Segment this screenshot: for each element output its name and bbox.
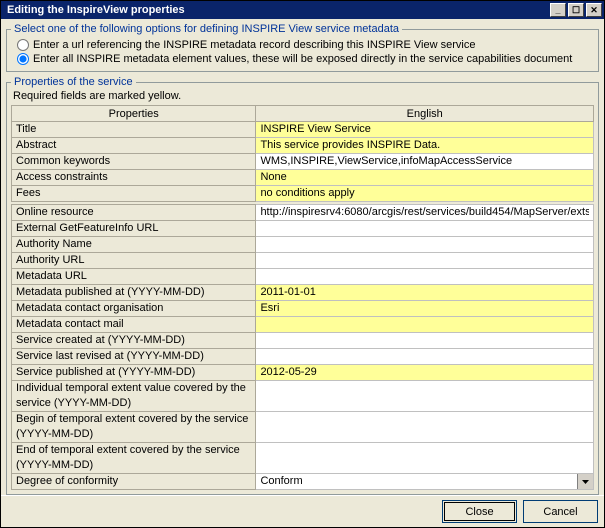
window-title: Editing the InspireView properties — [3, 4, 548, 16]
conformity-combo[interactable]: Conform — [256, 474, 594, 490]
conformity-row: Degree of conformity Conform — [12, 474, 594, 490]
option-url-label: Enter a url referencing the INSPIRE meta… — [33, 39, 475, 51]
property-value[interactable] — [256, 349, 594, 365]
property-label: Metadata URL — [12, 269, 256, 285]
property-label: Metadata contact mail — [12, 317, 256, 333]
table-row: Service last revised at (YYYY-MM-DD) — [12, 349, 594, 365]
required-hint: Required fields are marked yellow. — [13, 90, 594, 102]
property-value[interactable]: no conditions apply — [256, 186, 594, 202]
table-row: Common keywordsWMS,INSPIRE,ViewService,i… — [12, 154, 594, 170]
property-value[interactable] — [256, 253, 594, 269]
dialog-window: Editing the InspireView properties _ ☐ ✕… — [0, 0, 605, 528]
service-properties-group: Properties of the service Required field… — [6, 76, 599, 495]
minimize-button[interactable]: _ — [550, 3, 566, 17]
option-url-row[interactable]: Enter a url referencing the INSPIRE meta… — [17, 39, 594, 51]
table-row: Individual temporal extent value covered… — [12, 381, 594, 412]
chevron-down-icon[interactable] — [577, 474, 593, 489]
options-group: Select one of the following options for … — [6, 23, 599, 72]
property-label: Service published at (YYYY-MM-DD) — [12, 365, 256, 381]
options-legend: Select one of the following options for … — [11, 23, 402, 35]
property-value[interactable]: 2011-01-01 — [256, 285, 594, 301]
table-row: Metadata URL — [12, 269, 594, 285]
option-values-radio[interactable] — [17, 53, 29, 65]
table-row: AbstractThis service provides INSPIRE Da… — [12, 138, 594, 154]
property-label: Metadata published at (YYYY-MM-DD) — [12, 285, 256, 301]
property-label: Service last revised at (YYYY-MM-DD) — [12, 349, 256, 365]
property-label: Authority Name — [12, 237, 256, 253]
service-properties-legend: Properties of the service — [11, 76, 136, 88]
dialog-button-row: Close Cancel — [1, 495, 604, 527]
table-row: Feesno conditions apply — [12, 186, 594, 202]
close-button[interactable]: Close — [442, 500, 517, 523]
online-resource-input[interactable] — [256, 205, 593, 220]
property-label: Access constraints — [12, 170, 256, 186]
option-url-radio[interactable] — [17, 39, 29, 51]
property-value[interactable] — [256, 412, 594, 443]
top-properties-table: Properties English TitleINSPIRE View Ser… — [11, 105, 594, 202]
property-value[interactable] — [256, 221, 594, 237]
property-value[interactable] — [256, 443, 594, 474]
property-value[interactable] — [256, 381, 594, 412]
property-label: Fees — [12, 186, 256, 202]
online-resource-cell — [256, 205, 594, 221]
table-row: Authority Name — [12, 237, 594, 253]
table-row: Authority URL — [12, 253, 594, 269]
table-row: Metadata contact mail — [12, 317, 594, 333]
close-window-button[interactable]: ✕ — [586, 3, 602, 17]
maximize-button[interactable]: ☐ — [568, 3, 584, 17]
online-resource-table: Online resource External GetFeatureInfo … — [11, 204, 594, 490]
conformity-value: Conform — [260, 475, 302, 487]
property-label: Begin of temporal extent covered by the … — [12, 412, 256, 443]
conformity-label: Degree of conformity — [12, 474, 256, 490]
table-row: Access constraintsNone — [12, 170, 594, 186]
property-value[interactable]: None — [256, 170, 594, 186]
property-value[interactable] — [256, 333, 594, 349]
table-row: Metadata published at (YYYY-MM-DD)2011-0… — [12, 285, 594, 301]
property-label: Abstract — [12, 138, 256, 154]
property-label: Authority URL — [12, 253, 256, 269]
property-label: Metadata contact organisation — [12, 301, 256, 317]
col-english-header: English — [256, 106, 594, 122]
table-row: Service created at (YYYY-MM-DD) — [12, 333, 594, 349]
table-row: TitleINSPIRE View Service — [12, 122, 594, 138]
property-label: External GetFeatureInfo URL — [12, 221, 256, 237]
property-label: Title — [12, 122, 256, 138]
table-row: Metadata contact organisationEsri — [12, 301, 594, 317]
cancel-button[interactable]: Cancel — [523, 500, 598, 523]
property-value[interactable]: Esri — [256, 301, 594, 317]
option-values-row[interactable]: Enter all INSPIRE metadata element value… — [17, 53, 594, 65]
table-row: External GetFeatureInfo URL — [12, 221, 594, 237]
property-value[interactable]: This service provides INSPIRE Data. — [256, 138, 594, 154]
option-values-label: Enter all INSPIRE metadata element value… — [33, 53, 572, 65]
property-value[interactable]: 2012-05-29 — [256, 365, 594, 381]
property-label: Service created at (YYYY-MM-DD) — [12, 333, 256, 349]
property-label: Common keywords — [12, 154, 256, 170]
online-resource-row: Online resource — [12, 205, 594, 221]
property-value[interactable] — [256, 237, 594, 253]
property-value[interactable]: WMS,INSPIRE,ViewService,infoMapAccessSer… — [256, 154, 594, 170]
property-value[interactable] — [256, 269, 594, 285]
property-label: End of temporal extent covered by the se… — [12, 443, 256, 474]
table-row: Begin of temporal extent covered by the … — [12, 412, 594, 443]
property-label: Individual temporal extent value covered… — [12, 381, 256, 412]
online-resource-label: Online resource — [12, 205, 256, 221]
title-bar: Editing the InspireView properties _ ☐ ✕ — [1, 1, 604, 19]
table-row: Service published at (YYYY-MM-DD)2012-05… — [12, 365, 594, 381]
property-value[interactable]: INSPIRE View Service — [256, 122, 594, 138]
property-value[interactable] — [256, 317, 594, 333]
col-properties-header: Properties — [12, 106, 256, 122]
table-row: End of temporal extent covered by the se… — [12, 443, 594, 474]
